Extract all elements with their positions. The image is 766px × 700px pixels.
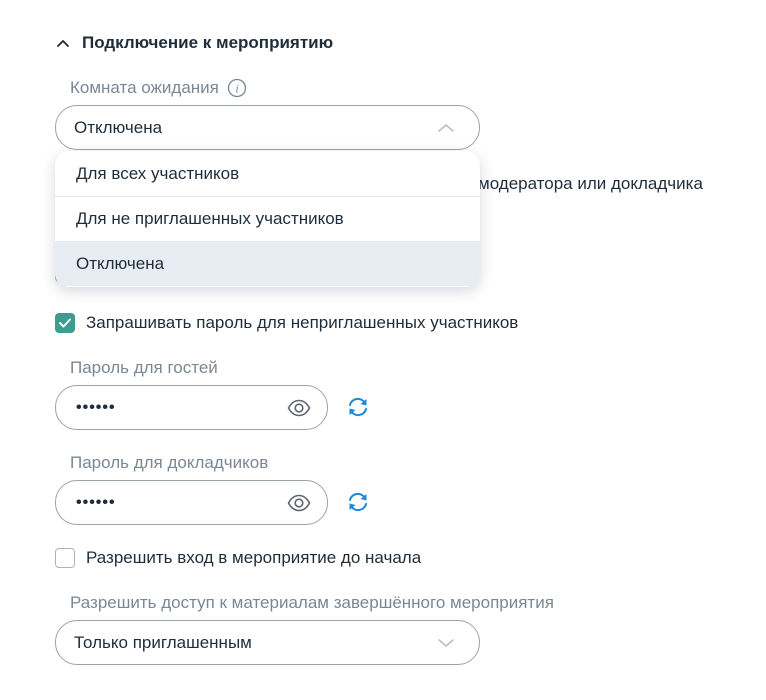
early-entry-checkbox[interactable] xyxy=(55,548,75,568)
ask-password-label: Запрашивать пароль для неприглашенных уч… xyxy=(86,313,519,332)
chevron-up-icon xyxy=(57,40,69,47)
dropdown-option-uninvited[interactable]: Для не приглашенных участников xyxy=(55,196,480,241)
chevron-down-icon xyxy=(438,638,454,647)
waiting-room-select[interactable]: Отключена xyxy=(55,105,480,150)
section-header[interactable]: Подключение к мероприятию xyxy=(56,30,333,56)
speaker-password-value: •••••• xyxy=(76,493,116,511)
materials-access-value: Только приглашенным xyxy=(74,632,252,652)
info-icon[interactable]: i xyxy=(227,78,247,98)
waiting-room-label-row: Комната ожидания i xyxy=(70,76,247,100)
early-entry-row[interactable]: Разрешить вход в мероприятие до начала xyxy=(55,546,421,570)
eye-icon xyxy=(287,494,311,511)
show-guest-password-button[interactable] xyxy=(287,399,311,417)
eye-icon xyxy=(287,399,311,416)
dropdown-option-all[interactable]: Для всех участников xyxy=(55,151,480,196)
checkmark-icon xyxy=(59,318,71,328)
ask-password-row[interactable]: Запрашивать пароль для неприглашенных уч… xyxy=(55,311,518,335)
speaker-password-label: Пароль для докладчиков xyxy=(70,453,269,472)
materials-access-select[interactable]: Только приглашенным xyxy=(55,620,480,665)
speaker-password-field[interactable]: •••••• xyxy=(55,480,328,525)
dropdown-option-disabled[interactable]: Отключена xyxy=(55,241,480,286)
ask-password-checkbox[interactable] xyxy=(55,313,75,333)
regenerate-guest-password-button[interactable] xyxy=(346,396,370,418)
guest-password-label: Пароль для гостей xyxy=(70,358,218,377)
materials-access-label: Разрешить доступ к материалам завершённо… xyxy=(70,593,554,612)
waiting-room-dropdown: Для всех участников Для не приглашенных … xyxy=(55,151,480,287)
waiting-room-label: Комната ожидания xyxy=(70,78,219,97)
refresh-icon xyxy=(349,492,367,512)
svg-text:i: i xyxy=(235,82,238,96)
section-title: Подключение к мероприятию xyxy=(82,33,334,52)
chevron-up-icon xyxy=(438,123,454,132)
early-entry-label: Разрешить вход в мероприятие до начала xyxy=(86,548,422,567)
refresh-icon xyxy=(349,397,367,417)
hidden-option-label: модератора или докладчика xyxy=(478,174,703,193)
show-speaker-password-button[interactable] xyxy=(287,494,311,512)
regenerate-speaker-password-button[interactable] xyxy=(346,491,370,513)
waiting-room-select-value: Отключена xyxy=(74,117,163,137)
guest-password-value: •••••• xyxy=(76,398,116,416)
guest-password-field[interactable]: •••••• xyxy=(55,385,328,430)
